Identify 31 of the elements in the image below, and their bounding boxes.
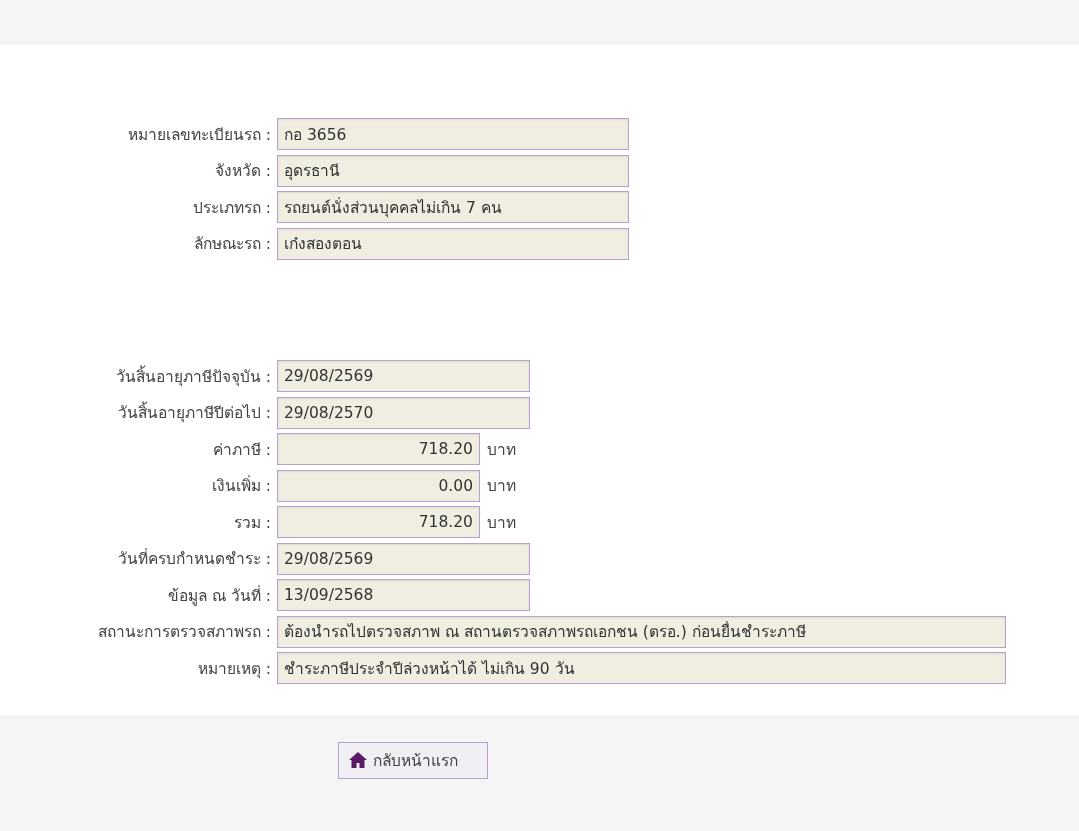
- field-value: 718.20: [277, 433, 480, 466]
- field-value: เก๋งสองตอน: [277, 227, 629, 260]
- field-label: เงินเพิ่ม :: [210, 474, 272, 498]
- field-value: ต้องนำรถไปตรวจสภาพ ณ สถานตรวจสภาพรถเอกชน (ตรอ.) ก่อนยื่นชำระภาษี: [277, 615, 1006, 648]
- field-label: ค่าภาษี :: [211, 439, 272, 461]
- unit-label: บาท: [487, 476, 516, 498]
- field-label: ประเภทรถ :: [191, 197, 272, 219]
- field-value: กอ 3656: [277, 118, 629, 151]
- unit-label: บาท: [487, 512, 516, 534]
- field-label: วันสิ้นอายุภาษีปีต่อไป :: [0, 400, 277, 426]
- field-label: วันที่ครบกำหนดชำระ :: [116, 547, 272, 571]
- field-value: 13/09/2568: [277, 579, 530, 612]
- field-label: วันสิ้นอายุภาษีปัจจุบัน :: [114, 364, 272, 389]
- field-value: 29/08/2569: [277, 542, 530, 575]
- field-label: ลักษณะรถ :: [192, 234, 272, 256]
- field-label: สถานะการตรวจสภาพรถ :: [96, 622, 272, 644]
- unit-label: บาท: [487, 439, 516, 461]
- field-value: อุดรธานี: [277, 154, 629, 187]
- field-label: จังหวัด :: [213, 161, 272, 183]
- field-label: หมายเหตุ :: [196, 658, 272, 681]
- field-label: หมายเลขทะเบียนรถ :: [126, 124, 272, 146]
- field-value: 718.20: [277, 506, 480, 539]
- field-value: 29/08/2569: [277, 360, 530, 393]
- field-label: รวม :: [232, 512, 272, 534]
- home-button[interactable]: กลับหน้าแรก: [338, 741, 488, 779]
- field-value: รถยนต์นั่งส่วนบุคคลไม่เกิน 7 คน: [277, 191, 629, 224]
- field-label: ข้อมูล ณ วันที่ :: [167, 584, 272, 608]
- field-value: ชำระภาษีประจำปีล่วงหน้าได้ ไม่เกิน 90 วัน: [277, 652, 1006, 685]
- home-icon: [349, 752, 367, 768]
- field-value: 29/08/2570: [277, 396, 530, 429]
- field-value: 0.00: [277, 469, 480, 502]
